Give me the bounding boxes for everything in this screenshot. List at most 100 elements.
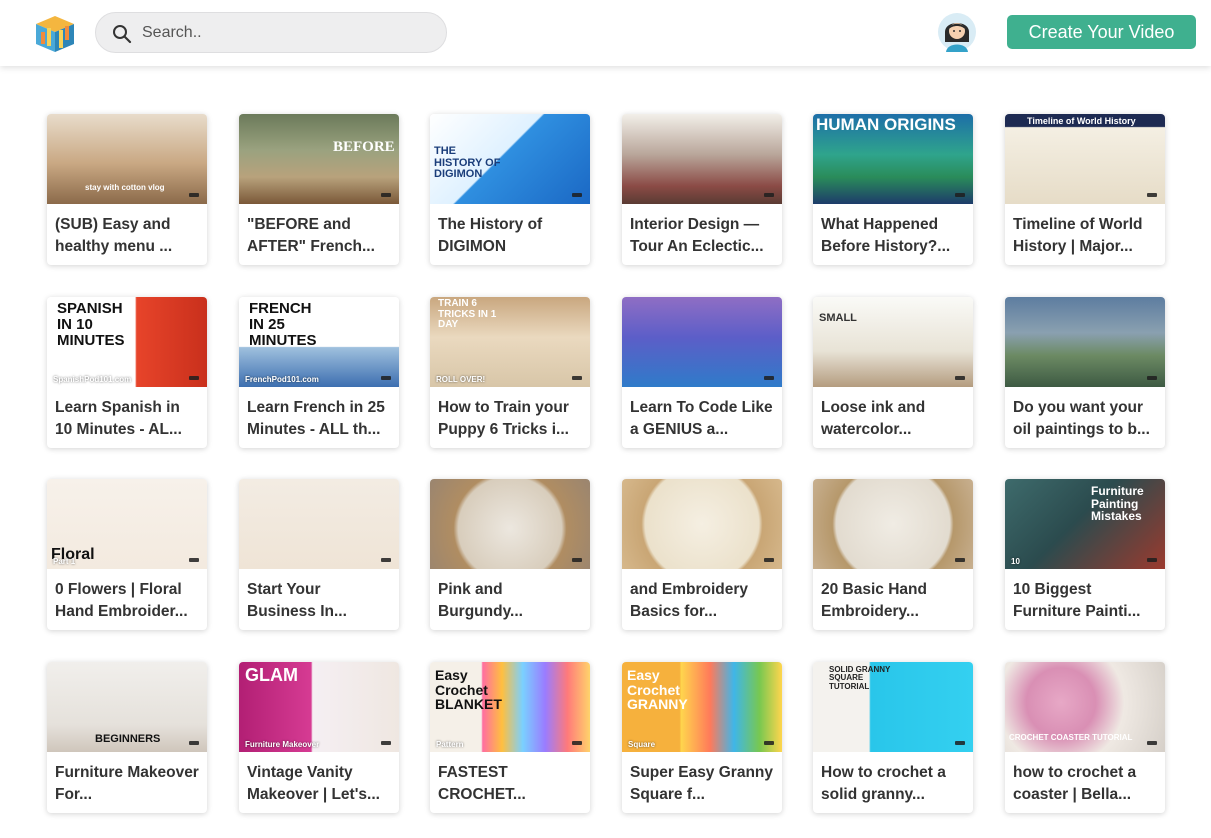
thumbnail-caption: TRAIN 6 TRICKS IN 1 DAY <box>438 298 497 330</box>
video-card[interactable]: BEFORE "BEFORE and AFTER" French... <box>239 114 399 265</box>
video-thumbnail[interactable]: HUMAN ORIGINS <box>813 114 973 204</box>
video-thumbnail[interactable]: BEGINNERS <box>47 662 207 752</box>
video-thumbnail[interactable]: SOLID GRANNY SQUARE TUTORIAL <box>813 662 973 752</box>
video-card[interactable]: 20 Basic Hand Embroidery... <box>813 479 973 630</box>
duration-badge <box>572 741 582 745</box>
video-title[interactable]: 10 Biggest Furniture Painti... <box>1013 579 1159 623</box>
video-thumbnail[interactable]: BEFORE <box>239 114 399 204</box>
video-title[interactable]: The History of DIGIMON <box>438 214 584 258</box>
video-title[interactable]: Learn To Code Like a GENIUS a... <box>630 397 776 441</box>
video-thumbnail[interactable] <box>430 479 590 569</box>
video-card[interactable]: Pink and Burgundy... <box>430 479 590 630</box>
video-card[interactable]: GLAM Furniture Makeover Vintage Vanity Mak… <box>239 662 399 813</box>
logo-icon[interactable] <box>32 12 78 54</box>
video-title[interactable]: (SUB) Easy and healthy menu ... <box>55 214 201 258</box>
video-card[interactable]: HUMAN ORIGINS What Happened Before Histor… <box>813 114 973 265</box>
video-title[interactable]: Learn Spanish in 10 Minutes - AL... <box>55 397 201 441</box>
video-thumbnail[interactable]: TRAIN 6 TRICKS IN 1 DAY ROLL OVER! <box>430 297 590 387</box>
video-card[interactable]: Easy Crochet BLANKET Pattern FASTEST CROCH… <box>430 662 590 813</box>
video-thumbnail[interactable] <box>622 479 782 569</box>
thumbnail-subcaption: Furniture Makeover <box>245 739 320 749</box>
thumbnail-caption: BEGINNERS <box>95 733 161 745</box>
video-thumbnail[interactable]: GLAM Furniture Makeover <box>239 662 399 752</box>
thumbnail-caption: HUMAN ORIGINS <box>816 115 956 134</box>
video-thumbnail[interactable] <box>622 114 782 204</box>
video-card[interactable]: SPANISH IN 10 MINUTES SpanishPod101.com Le… <box>47 297 207 448</box>
video-thumbnail[interactable]: SMALL <box>813 297 973 387</box>
video-thumbnail[interactable]: SPANISH IN 10 MINUTES SpanishPod101.com <box>47 297 207 387</box>
video-thumbnail[interactable] <box>239 479 399 569</box>
video-card[interactable]: Easy Crochet GRANNY Square Super Easy Gran… <box>622 662 782 813</box>
video-card[interactable]: TRAIN 6 TRICKS IN 1 DAY ROLL OVER! How to … <box>430 297 590 448</box>
video-thumbnail[interactable]: CROCHET COASTER TUTORIAL <box>1005 662 1165 752</box>
video-title[interactable]: Start Your Business In... <box>247 579 393 623</box>
thumbnail-caption: Furniture Painting Mistakes <box>1091 484 1144 524</box>
video-thumbnail[interactable] <box>622 297 782 387</box>
video-card[interactable]: Do you want your oil paintings to b... <box>1005 297 1165 448</box>
video-title[interactable]: What Happened Before History?... <box>821 214 967 258</box>
video-title[interactable]: Loose ink and watercolor... <box>821 397 967 441</box>
video-title[interactable]: Super Easy Granny Square f... <box>630 762 776 806</box>
video-title[interactable]: Timeline of World History | Major... <box>1013 214 1159 258</box>
video-title[interactable]: Interior Design — Tour An Eclectic... <box>630 214 776 258</box>
video-card[interactable]: Timeline of World History Timeline of Wor… <box>1005 114 1165 265</box>
video-card[interactable]: Interior Design — Tour An Eclectic... <box>622 114 782 265</box>
video-title[interactable]: Furniture Makeover For... <box>55 762 201 806</box>
video-thumbnail[interactable]: FRENCH IN 25 MINUTES FrenchPod101.com <box>239 297 399 387</box>
duration-badge <box>1147 558 1157 562</box>
video-title[interactable]: How to crochet a solid granny... <box>821 762 967 806</box>
thumbnail-caption: THE HISTORY OF DIGIMON <box>434 145 501 181</box>
video-title[interactable]: and Embroidery Basics for... <box>630 579 776 623</box>
duration-badge <box>955 376 965 380</box>
duration-badge <box>764 558 774 562</box>
duration-badge <box>381 741 391 745</box>
video-card[interactable]: and Embroidery Basics for... <box>622 479 782 630</box>
duration-badge <box>764 193 774 197</box>
video-thumbnail[interactable]: Furniture Painting Mistakes 10 <box>1005 479 1165 569</box>
video-title[interactable]: Vintage Vanity Makeover | Let's... <box>247 762 393 806</box>
video-card[interactable]: Learn To Code Like a GENIUS a... <box>622 297 782 448</box>
video-title[interactable]: "BEFORE and AFTER" French... <box>247 214 393 258</box>
video-card[interactable]: FRENCH IN 25 MINUTES FrenchPod101.com Lear… <box>239 297 399 448</box>
video-card[interactable]: BEGINNERS Furniture Makeover For... <box>47 662 207 813</box>
video-thumbnail[interactable]: Timeline of World History <box>1005 114 1165 204</box>
video-card[interactable]: CROCHET COASTER TUTORIAL how to crochet a… <box>1005 662 1165 813</box>
video-thumbnail[interactable] <box>1005 297 1165 387</box>
search-input[interactable] <box>142 17 432 48</box>
video-title[interactable]: Learn French in 25 Minutes - ALL th... <box>247 397 393 441</box>
thumbnail-caption: CROCHET COASTER TUTORIAL <box>1009 733 1133 742</box>
video-card[interactable]: Furniture Painting Mistakes 10 10 Biggest … <box>1005 479 1165 630</box>
video-card[interactable]: stay with cotton vlog (SUB) Easy and heal… <box>47 114 207 265</box>
thumbnail-subcaption: Pattern <box>436 739 464 749</box>
duration-badge <box>381 376 391 380</box>
user-avatar[interactable] <box>937 12 977 52</box>
duration-badge <box>572 558 582 562</box>
video-thumbnail[interactable]: THE HISTORY OF DIGIMON <box>430 114 590 204</box>
video-title[interactable]: 0 Flowers | Floral Hand Embroider... <box>55 579 201 623</box>
search-bar[interactable] <box>95 12 447 53</box>
thumbnail-caption: BEFORE <box>333 139 395 155</box>
video-thumbnail[interactable] <box>813 479 973 569</box>
video-card[interactable]: SOLID GRANNY SQUARE TUTORIAL How to croch… <box>813 662 973 813</box>
video-title[interactable]: FASTEST CROCHET... <box>438 762 584 806</box>
video-title[interactable]: Pink and Burgundy... <box>438 579 584 623</box>
video-thumbnail[interactable]: Floral Part 1 <box>47 479 207 569</box>
duration-badge <box>955 741 965 745</box>
video-card[interactable]: SMALL Loose ink and watercolor... <box>813 297 973 448</box>
video-thumbnail[interactable]: Easy Crochet BLANKET Pattern <box>430 662 590 752</box>
video-title[interactable]: how to crochet a coaster | Bella... <box>1013 762 1159 806</box>
thumbnail-subcaption: ROLL OVER! <box>436 374 486 384</box>
duration-badge <box>764 376 774 380</box>
create-video-button[interactable]: Create Your Video <box>1007 15 1196 49</box>
thumbnail-subcaption: Part 1 <box>53 556 76 566</box>
video-card[interactable]: Floral Part 1 0 Flowers | Floral Hand Embr… <box>47 479 207 630</box>
video-thumbnail[interactable]: stay with cotton vlog <box>47 114 207 204</box>
video-title[interactable]: How to Train your Puppy 6 Tricks i... <box>438 397 584 441</box>
video-title[interactable]: 20 Basic Hand Embroidery... <box>821 579 967 623</box>
video-title[interactable]: Do you want your oil paintings to b... <box>1013 397 1159 441</box>
video-thumbnail[interactable]: Easy Crochet GRANNY Square <box>622 662 782 752</box>
duration-badge <box>572 376 582 380</box>
video-card[interactable]: Start Your Business In... <box>239 479 399 630</box>
search-icon <box>113 25 132 44</box>
video-card[interactable]: THE HISTORY OF DIGIMON The History of DIG… <box>430 114 590 265</box>
